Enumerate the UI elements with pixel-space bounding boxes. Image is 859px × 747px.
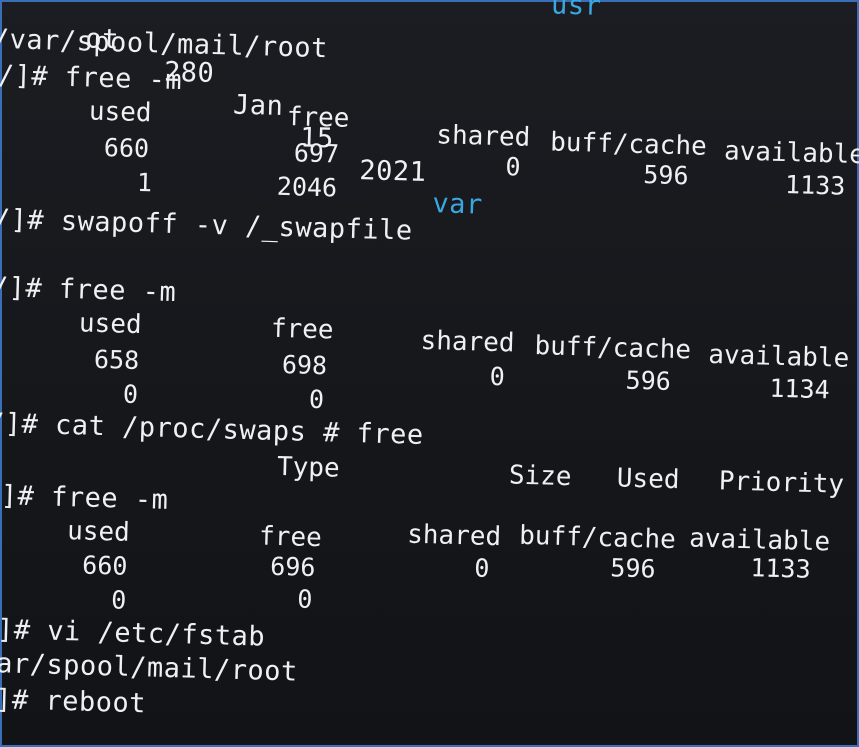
swaps-col-used: Used <box>616 463 680 496</box>
free-swap-row: 1 2046 <box>0 164 859 203</box>
listing-year: 2021 <box>358 155 427 188</box>
mail-notice: var/spool/mail/root <box>0 647 299 688</box>
col-shared: shared <box>435 120 531 153</box>
terminal-output: ot 280 Jan 15 2021 var usr /var/spool/ma… <box>0 0 859 747</box>
command-line: /]# reboot <box>0 683 147 720</box>
swap-free: 2046 <box>276 171 338 203</box>
col-buff-cache: buff/cache <box>549 127 708 162</box>
col-free: free <box>286 102 350 134</box>
command-line: /]# cat /proc/swaps # free <box>0 407 425 451</box>
col-available: available <box>707 339 850 374</box>
col-shared: shared <box>406 519 502 553</box>
free-swap-row: 0 0 <box>0 582 859 615</box>
swap-used: 0 <box>122 379 139 410</box>
col-available: available <box>723 136 859 171</box>
command-line: /]# free -m <box>0 59 183 97</box>
free-header-row: used free shared buff/cache available <box>0 306 859 374</box>
col-used: used <box>88 96 152 129</box>
mem-buff-cache: 596 <box>625 365 672 396</box>
free-header-row: used free shared buff/cache available <box>0 94 859 171</box>
swap-used: 0 <box>110 585 127 615</box>
col-free: free <box>270 313 334 346</box>
swaps-col-priority: Priority <box>718 466 845 500</box>
command-line: /]# vi /etc/fstab <box>0 613 266 653</box>
mem-used: 660 <box>103 132 150 164</box>
command-line: /]# free -m <box>0 479 169 516</box>
swap-free: 0 <box>308 384 325 415</box>
free-header-row: used free shared buff/cache available <box>0 514 859 557</box>
mem-buff-cache: 596 <box>609 553 656 584</box>
mem-available: 1133 <box>784 170 846 201</box>
col-free: free <box>258 521 323 554</box>
col-shared: shared <box>420 325 515 359</box>
listing-dirname: var <box>432 188 484 221</box>
mem-shared: 0 <box>505 152 522 182</box>
mem-free: 697 <box>293 138 340 169</box>
swaps-col-size: Size <box>508 460 572 493</box>
col-available: available <box>688 523 831 558</box>
listing-month: Jan <box>232 89 284 122</box>
mem-free: 696 <box>269 551 316 583</box>
col-used: used <box>78 308 143 341</box>
mem-available: 1134 <box>769 373 831 405</box>
free-swap-row: 0 0 <box>0 376 859 415</box>
command-line: /]# free -m <box>0 271 177 309</box>
swap-free: 0 <box>296 584 313 614</box>
swaps-header-row: Type Size Used Priority <box>0 444 859 500</box>
swaps-col-type: Type <box>276 451 341 484</box>
listing-partial-name: usr <box>550 0 602 22</box>
mem-shared: 0 <box>489 361 506 392</box>
col-buff-cache: buff/cache <box>518 520 677 556</box>
col-buff-cache: buff/cache <box>534 331 692 366</box>
terminal-window[interactable]: ot 280 Jan 15 2021 var usr /var/spool/ma… <box>0 0 859 747</box>
mem-buff-cache: 596 <box>642 160 689 191</box>
swap-used: 1 <box>136 167 153 198</box>
mem-used: 660 <box>81 550 128 581</box>
col-used: used <box>66 516 131 548</box>
mem-shared: 0 <box>473 553 490 583</box>
mem-available: 1133 <box>750 553 812 584</box>
mem-used: 658 <box>93 344 140 376</box>
mem-free: 698 <box>281 350 328 381</box>
